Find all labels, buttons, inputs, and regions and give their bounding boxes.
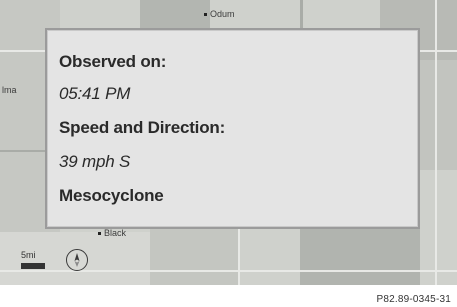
weather-info-popup[interactable]: Observed on: 05:41 PM Speed and Directio…	[45, 28, 420, 229]
map-road	[0, 150, 45, 152]
navigation-map-screen: Odum lma Black Observed on: 05:41 PM Spe…	[0, 0, 457, 285]
map-area	[140, 0, 210, 30]
speed-direction-value: 39 mph S	[59, 152, 131, 171]
map-city-label: lma	[2, 85, 17, 95]
city-marker-icon	[98, 232, 101, 236]
map-area	[420, 60, 457, 170]
map-city-label: Odum	[204, 9, 235, 19]
figure-reference-code: P82.89-0345-31	[376, 294, 451, 305]
map-city-label: Black	[98, 228, 126, 238]
observed-on-label: Observed on:	[59, 52, 167, 71]
compass-needle-icon	[74, 253, 80, 267]
map-road	[435, 0, 437, 285]
speed-direction-label: Speed and Direction:	[59, 118, 226, 137]
observed-on-value: 05:41 PM	[59, 84, 131, 103]
map-road	[0, 270, 457, 272]
map-area	[300, 228, 420, 285]
map-road	[238, 228, 240, 285]
city-marker-icon	[204, 13, 207, 17]
map-scale-bar	[21, 263, 45, 269]
storm-type-label: Mesocyclone	[59, 186, 164, 205]
map-area	[150, 228, 240, 285]
map-scale-label: 5mi	[21, 250, 36, 260]
map-road	[300, 0, 303, 28]
compass-icon[interactable]	[66, 249, 88, 271]
map-scale: 5mi	[19, 250, 49, 272]
